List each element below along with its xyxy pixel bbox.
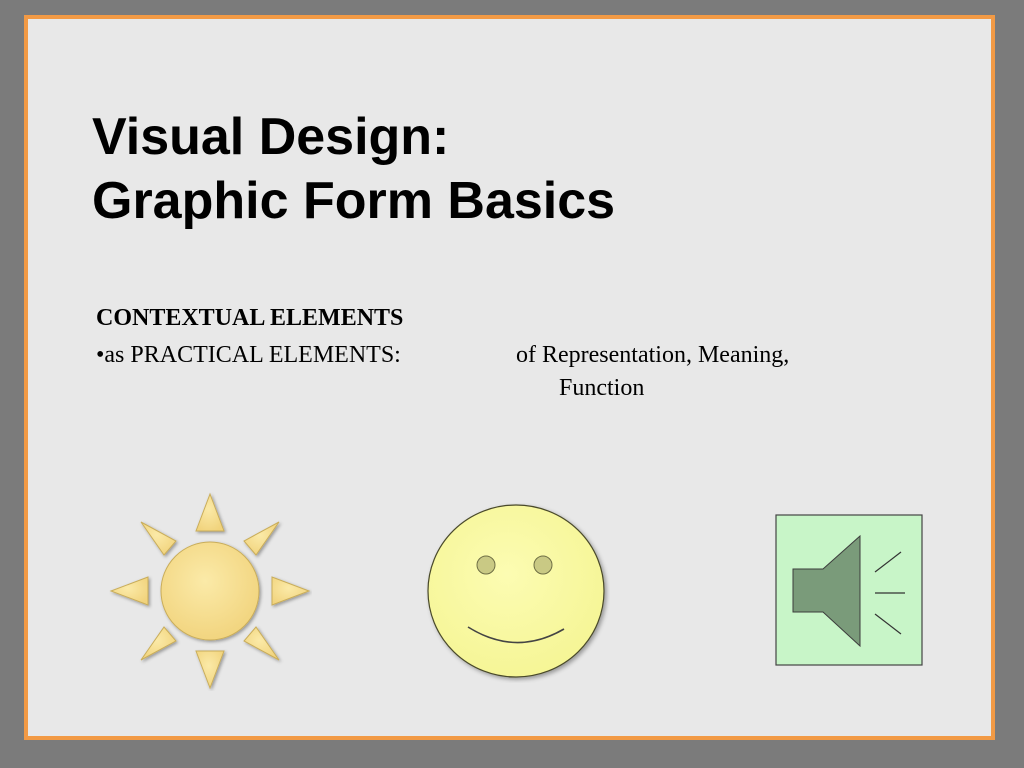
title-line-2: Graphic Form Basics	[92, 172, 616, 230]
bullet-lead: •as PRACTICAL ELEMENTS:	[96, 342, 401, 368]
section-heading: CONTEXTUAL ELEMENTS	[96, 305, 404, 331]
speaker-icon	[775, 514, 923, 666]
title-line-1: Visual Design:	[92, 108, 450, 166]
bullet-item: •as PRACTICAL ELEMENTS: of Representatio…	[96, 337, 956, 374]
slide-body: CONTEXTUAL ELEMENTS •as PRACTICAL ELEMEN…	[96, 300, 956, 411]
slide-title: Visual Design: Graphic Form Basics	[92, 105, 615, 233]
slide: Visual Design: Graphic Form Basics CONTE…	[24, 15, 995, 740]
smiley-face-icon	[427, 504, 605, 678]
sun-icon	[109, 492, 311, 690]
bullet-continuation: Function	[559, 375, 645, 401]
bullet-continuation-line: Function	[96, 374, 956, 411]
bullet-description: of Representation, Meaning,	[516, 342, 790, 368]
